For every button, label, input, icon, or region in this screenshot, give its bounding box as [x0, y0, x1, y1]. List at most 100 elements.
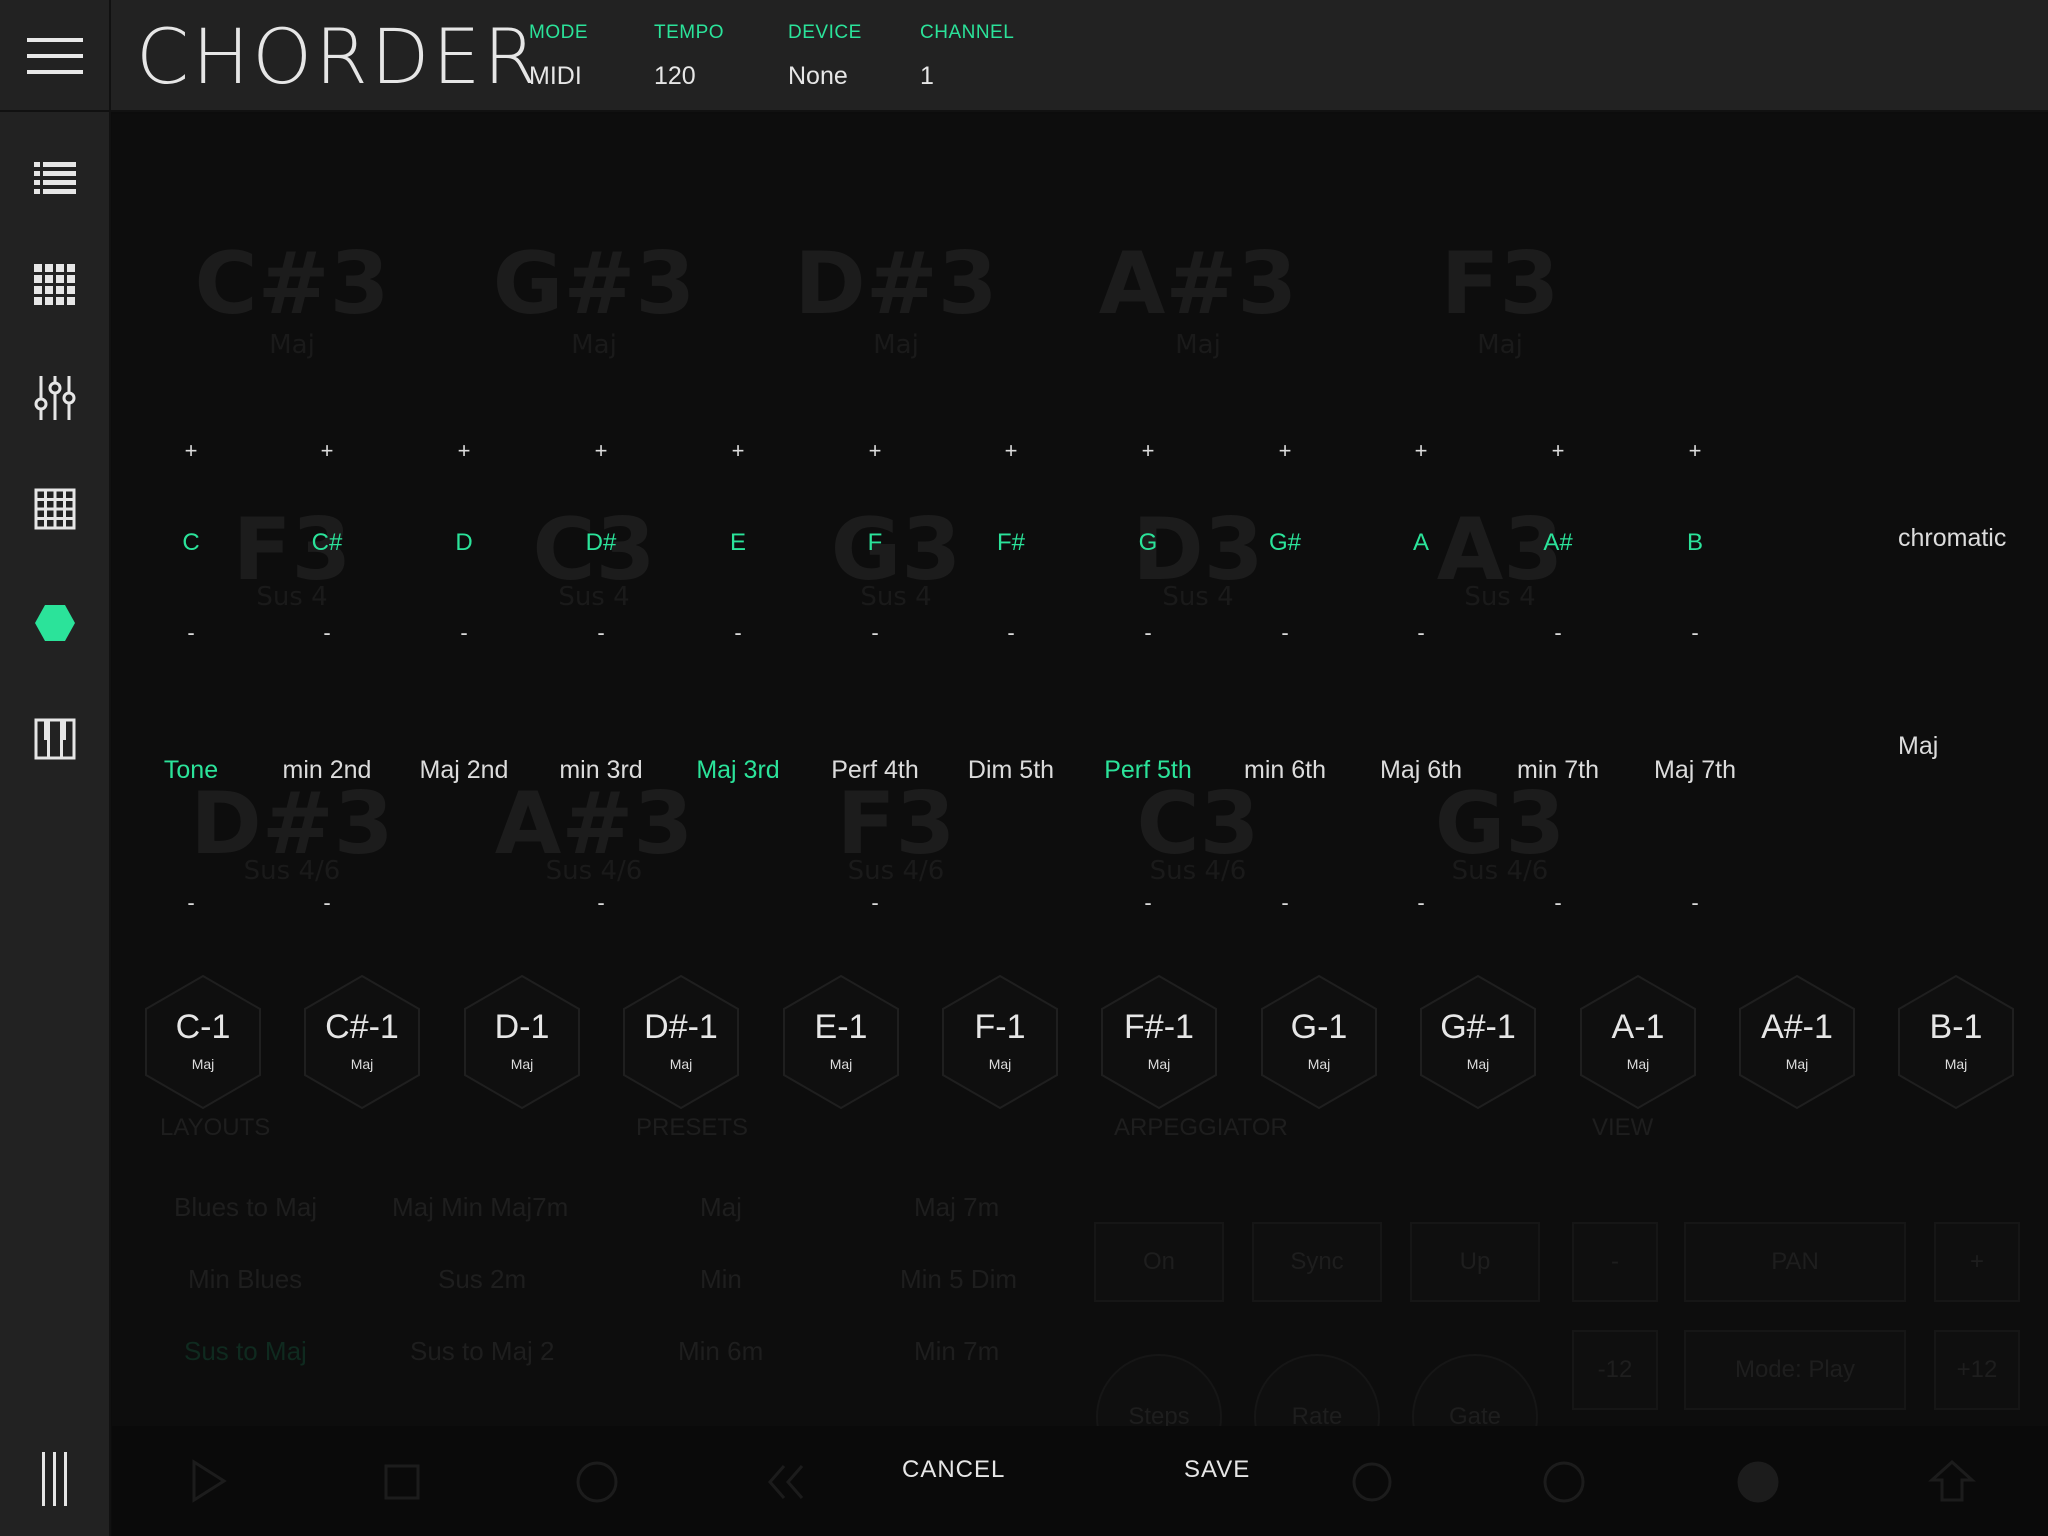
cancel-button[interactable]: CANCEL [902, 1456, 1005, 1484]
scale-note-d[interactable]: D [424, 529, 504, 557]
scale-note-a[interactable]: A [1381, 529, 1461, 557]
chord-pad[interactable]: E-1 Maj [782, 974, 900, 1110]
note-plus-button[interactable]: + [1401, 438, 1441, 464]
chord-pad[interactable]: A-1 Maj [1579, 974, 1697, 1110]
note-plus-button[interactable]: + [855, 438, 895, 464]
interval-minus-button[interactable]: - [1401, 890, 1441, 916]
chord-type-dropdown[interactable]: Maj [1898, 716, 2048, 776]
interval-minus-button[interactable]: - [1675, 890, 1715, 916]
interval-min-6th[interactable]: min 6th [1217, 756, 1353, 785]
note-minus-button[interactable]: - [1265, 620, 1305, 646]
chord-pad[interactable]: D#-1 Maj [622, 974, 740, 1110]
device-field[interactable]: DEVICE None [788, 22, 862, 91]
note-plus-button[interactable]: + [171, 438, 211, 464]
matrix-icon[interactable] [34, 488, 76, 530]
scale-note-g[interactable]: G [1108, 529, 1188, 557]
bars-icon[interactable] [34, 1450, 76, 1508]
interval-minus-button[interactable]: - [855, 890, 895, 916]
interval-minus-button[interactable]: - [1265, 890, 1305, 916]
chord-pad[interactable]: C#-1 Maj [303, 974, 421, 1110]
interval-minus-button[interactable]: - [171, 890, 211, 916]
note-plus-button[interactable]: + [1675, 438, 1715, 464]
chord-pad[interactable]: C-1 Maj [144, 974, 262, 1110]
interval-perf-5th[interactable]: Perf 5th [1080, 756, 1216, 785]
background-chord-quality: Sus 4/6 [243, 856, 341, 886]
note-minus-button[interactable]: - [855, 620, 895, 646]
note-minus-button[interactable]: - [581, 620, 621, 646]
mode-field[interactable]: MODE MIDI [529, 22, 588, 91]
grid-icon[interactable] [34, 264, 76, 306]
note-plus-button[interactable]: + [1128, 438, 1168, 464]
background-chord-quality: Sus 4 [1162, 582, 1234, 612]
chord-pad-quality: Maj [1626, 1056, 1650, 1072]
note-plus-button[interactable]: + [581, 438, 621, 464]
scale-note-b[interactable]: B [1655, 529, 1735, 557]
scale-dropdown[interactable]: chromatic [1898, 508, 2048, 568]
chord-pad-quality: Maj [1785, 1056, 1809, 1072]
interval-minus-button[interactable]: - [307, 890, 347, 916]
interval-minus-button[interactable]: - [1538, 890, 1578, 916]
note-minus-button[interactable]: - [1538, 620, 1578, 646]
interval-min-7th[interactable]: min 7th [1490, 756, 1626, 785]
chord-pad[interactable]: G-1 Maj [1260, 974, 1378, 1110]
scale-note-asharp[interactable]: A# [1518, 529, 1598, 557]
scale-note-f[interactable]: F [835, 529, 915, 557]
background-chord-name: G#3 [492, 234, 696, 334]
note-minus-button[interactable]: - [718, 620, 758, 646]
chord-pad-quality: Maj [988, 1056, 1012, 1072]
sliders-icon[interactable] [34, 374, 76, 422]
interval-minus-button[interactable]: - [1128, 890, 1168, 916]
interval-min-2nd[interactable]: min 2nd [259, 756, 395, 785]
interval-dim-5th[interactable]: Dim 5th [943, 756, 1079, 785]
note-plus-button[interactable]: + [718, 438, 758, 464]
hexagon-icon[interactable] [34, 603, 76, 643]
scale-note-e[interactable]: E [698, 529, 778, 557]
piano-icon[interactable] [34, 718, 76, 760]
chord-pad-note: A#-1 [1761, 1008, 1833, 1046]
interval-perf-4th[interactable]: Perf 4th [807, 756, 943, 785]
background-chord-name: A#3 [1098, 234, 1298, 334]
note-minus-button[interactable]: - [991, 620, 1031, 646]
scale-note-gsharp[interactable]: G# [1245, 529, 1325, 557]
chord-pad[interactable]: A#-1 Maj [1738, 974, 1856, 1110]
note-minus-button[interactable]: - [171, 620, 211, 646]
interval-maj-2nd[interactable]: Maj 2nd [396, 756, 532, 785]
chord-pad[interactable]: G#-1 Maj [1419, 974, 1537, 1110]
note-minus-button[interactable]: - [1128, 620, 1168, 646]
preset-item: Min 5 Dim [900, 1264, 1018, 1294]
scale-dropdown-value: chromatic [1898, 524, 2007, 552]
scale-note-dsharp[interactable]: D# [561, 529, 641, 557]
note-plus-button[interactable]: + [991, 438, 1031, 464]
chord-pad[interactable]: F-1 Maj [941, 974, 1059, 1110]
note-plus-button[interactable]: + [1538, 438, 1578, 464]
note-plus-button[interactable]: + [307, 438, 347, 464]
presets-heading: PRESETS [636, 1114, 749, 1141]
chord-pad[interactable]: F#-1 Maj [1100, 974, 1218, 1110]
list-icon[interactable] [34, 156, 76, 198]
note-minus-button[interactable]: - [444, 620, 484, 646]
interval-min-3rd[interactable]: min 3rd [533, 756, 669, 785]
scale-note-c[interactable]: C [151, 529, 231, 557]
interval-tone[interactable]: Tone [123, 756, 259, 785]
note-plus-button[interactable]: + [444, 438, 484, 464]
interval-maj-3rd[interactable]: Maj 3rd [670, 756, 806, 785]
layout-item: Blues to Maj [174, 1192, 318, 1222]
interval-maj-6th[interactable]: Maj 6th [1353, 756, 1489, 785]
chord-pad-quality: Maj [1944, 1056, 1968, 1072]
chord-pad[interactable]: B-1 Maj [1897, 974, 2015, 1110]
note-minus-button[interactable]: - [1401, 620, 1441, 646]
save-button[interactable]: SAVE [1184, 1456, 1250, 1484]
scale-note-fsharp[interactable]: F# [971, 529, 1051, 557]
background-chord-quality: Maj [873, 330, 919, 360]
chord-pad[interactable]: D-1 Maj [463, 974, 581, 1110]
scale-note-csharp[interactable]: C# [287, 529, 367, 557]
interval-minus-button[interactable]: - [581, 890, 621, 916]
note-minus-button[interactable]: - [307, 620, 347, 646]
channel-field[interactable]: CHANNEL 1 [920, 22, 1014, 91]
chord-pad-quality: Maj [669, 1056, 693, 1072]
tempo-field[interactable]: TEMPO 120 [654, 22, 724, 91]
note-minus-button[interactable]: - [1675, 620, 1715, 646]
interval-maj-7th[interactable]: Maj 7th [1627, 756, 1763, 785]
hamburger-menu-icon[interactable] [0, 0, 111, 112]
note-plus-button[interactable]: + [1265, 438, 1305, 464]
